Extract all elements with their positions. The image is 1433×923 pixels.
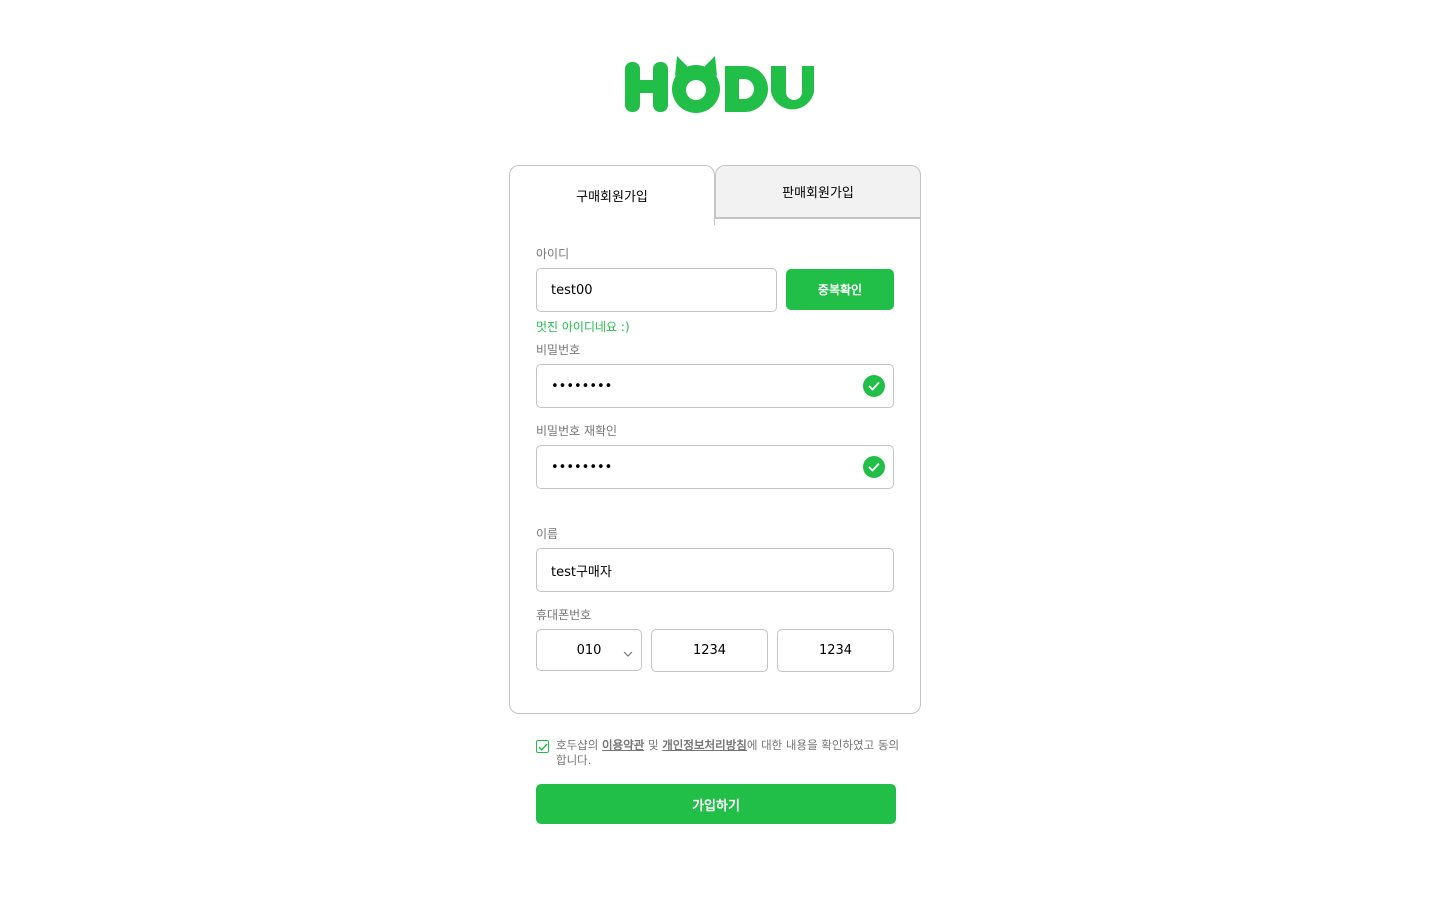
id-input[interactable]: test00: [536, 268, 777, 312]
privacy-policy-link[interactable]: 개인정보처리방침: [662, 738, 747, 752]
agreement-text: 호두샵의 이용약관 및 개인정보처리방침에 대한 내용을 확인하였고 동의합니다…: [556, 738, 906, 768]
signup-tabs: 구매회원가입 판매회원가입: [509, 165, 921, 225]
agreement-text-prefix: 호두샵의: [556, 738, 602, 752]
tab-seller-signup[interactable]: 판매회원가입: [715, 165, 921, 218]
phone-prefix-value: 010: [576, 642, 602, 658]
check-icon: [863, 375, 885, 397]
signup-submit-button[interactable]: 가입하기: [536, 784, 896, 824]
password-value: ••••••••: [551, 378, 613, 394]
phone-middle-input[interactable]: 1234: [651, 629, 768, 672]
phone-prefix-select[interactable]: 010: [536, 629, 642, 671]
password-confirm-input[interactable]: ••••••••: [536, 445, 894, 489]
signup-form-card: 아이디 test00 중복확인 멋진 아이디네요 :) 비밀번호 •••••••…: [509, 218, 921, 714]
id-valid-message: 멋진 아이디네요 :): [536, 320, 630, 334]
password-label: 비밀번호: [536, 343, 581, 357]
phone-last-input[interactable]: 1234: [777, 629, 894, 672]
terms-link[interactable]: 이용약관: [602, 738, 644, 752]
name-input[interactable]: test구매자: [536, 548, 894, 592]
duplicate-check-button[interactable]: 중복확인: [786, 269, 894, 310]
agreement-text-and: 및: [644, 738, 663, 752]
id-label: 아이디: [536, 247, 570, 261]
password-confirm-label: 비밀번호 재확인: [536, 424, 618, 438]
check-icon: [863, 456, 885, 478]
terms-agreement: 호두샵의 이용약관 및 개인정보처리방침에 대한 내용을 확인하였고 동의합니다…: [536, 738, 906, 768]
agree-checkbox[interactable]: [536, 740, 549, 753]
hodu-logo: [623, 54, 815, 116]
password-input[interactable]: ••••••••: [536, 364, 894, 408]
tab-buyer-signup[interactable]: 구매회원가입: [509, 165, 715, 225]
phone-label: 휴대폰번호: [536, 608, 592, 622]
name-label: 이름: [536, 527, 559, 541]
password-confirm-value: ••••••••: [551, 459, 613, 475]
chevron-down-icon: [623, 646, 633, 661]
